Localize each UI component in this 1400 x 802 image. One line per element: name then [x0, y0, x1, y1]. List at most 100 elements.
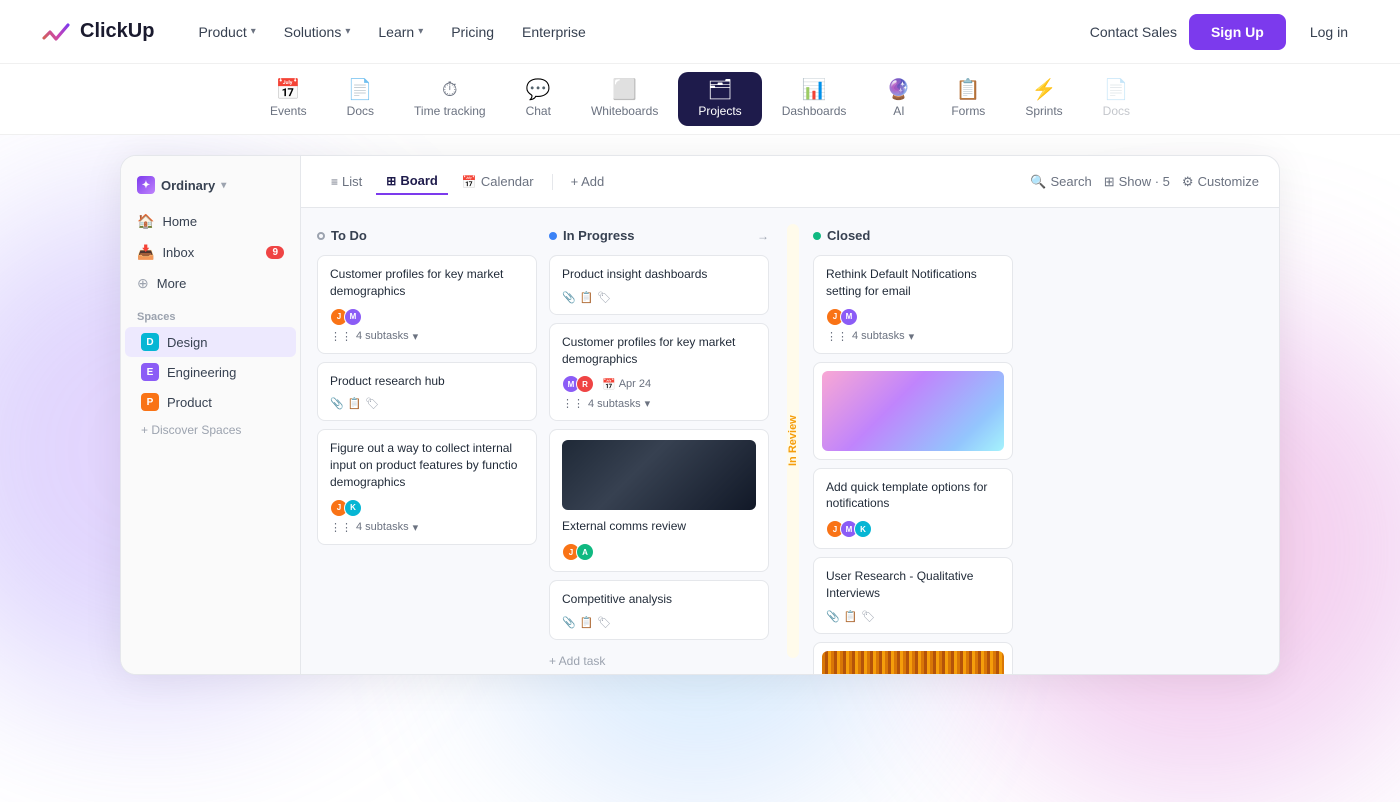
login-link[interactable]: Log in: [1298, 14, 1360, 50]
sidebar-item-engineering[interactable]: E Engineering: [125, 357, 296, 387]
time-tracking-icon: ⏱: [442, 80, 458, 100]
whiteboards-icon: ⬜: [612, 80, 637, 100]
table-row[interactable]: Product insight dashboards 📎 📋 🏷: [549, 255, 769, 315]
table-row[interactable]: [813, 362, 1013, 460]
forms-icon: 📋: [956, 80, 981, 100]
sidebar-item-inbox[interactable]: 📥 Inbox 9: [121, 237, 300, 268]
sidebar-item-product[interactable]: P Product: [125, 387, 296, 417]
top-navigation: ClickUp Product ▾ Solutions ▾ Learn ▾ Pr…: [0, 0, 1400, 64]
ai-icon: 🔮: [886, 80, 911, 100]
card-image: [562, 440, 756, 510]
tab-ai[interactable]: 🔮 AI: [866, 72, 931, 126]
inprogress-status-dot: [549, 232, 557, 240]
sidebar-item-more[interactable]: ⊕ More: [121, 268, 300, 299]
tag-icon: 🏷: [861, 610, 875, 623]
tag-icon: 🏷: [597, 291, 611, 304]
col-expand-arrow[interactable]: →: [757, 229, 769, 243]
toolbar-right-actions: 🔍 Search ⊞ Show · 5 ⚙ Customize: [1030, 174, 1259, 190]
design-space-icon: D: [141, 333, 159, 351]
add-task-button[interactable]: + Add task: [549, 648, 769, 674]
subtasks-label: ⋮⋮ 4 subtasks ▾: [562, 397, 756, 410]
card-icons: 📎 📋 🏷: [330, 397, 524, 410]
tab-time-tracking[interactable]: ⏱ Time tracking: [394, 72, 506, 126]
logo[interactable]: ClickUp: [40, 16, 154, 48]
workspace-name: Ordinary: [161, 178, 215, 193]
subtask-icon: ⋮⋮: [330, 330, 352, 343]
contact-sales-link[interactable]: Contact Sales: [1090, 24, 1177, 40]
nav-right-actions: Contact Sales Sign Up Log in: [1090, 14, 1360, 50]
sidebar-item-home[interactable]: 🏠 Home: [121, 206, 300, 237]
table-row[interactable]: Rethink Default Notifications setting fo…: [813, 255, 1013, 354]
list-view-icon: ≡: [331, 175, 338, 189]
nav-pricing[interactable]: Pricing: [439, 16, 506, 48]
table-row[interactable]: Customer profiles for key market demogra…: [317, 255, 537, 354]
view-tab-list[interactable]: ≡ List: [321, 169, 372, 194]
workspace-selector[interactable]: ✦ Ordinary ▾: [121, 172, 300, 206]
table-row[interactable]: Customer profiles for key market demogra…: [549, 323, 769, 422]
sidebar: ✦ Ordinary ▾ 🏠 Home 📥 Inbox 9 ⊕ More Spa…: [121, 156, 301, 674]
tab-sprints[interactable]: ⚡ Sprints: [1005, 72, 1082, 126]
table-row[interactable]: Product research hub 📎 📋 🏷: [317, 362, 537, 422]
view-tab-calendar[interactable]: 📅 Calendar: [452, 169, 544, 194]
nav-enterprise[interactable]: Enterprise: [510, 16, 598, 48]
avatar: M: [344, 308, 362, 326]
tab-forms[interactable]: 📋 Forms: [931, 72, 1005, 126]
column-closed: Closed Rethink Default Notifications set…: [813, 224, 1013, 658]
product-space-icon: P: [141, 393, 159, 411]
table-row[interactable]: [813, 642, 1013, 674]
column-todo: To Do Customer profiles for key market d…: [317, 224, 537, 658]
column-inreview: In Review: [781, 224, 805, 658]
tab-events[interactable]: 📅 Events: [250, 72, 327, 126]
avatar: K: [854, 520, 872, 538]
search-button[interactable]: 🔍 Search: [1030, 174, 1091, 190]
show-button[interactable]: ⊞ Show · 5: [1104, 174, 1170, 190]
sidebar-item-design[interactable]: D Design: [125, 327, 296, 357]
card-image: [822, 651, 1004, 674]
col-header-closed: Closed: [813, 224, 1013, 247]
customize-icon: ⚙: [1182, 174, 1194, 190]
chevron-icon: ▾: [909, 330, 915, 343]
attachment-icon: 📎: [562, 616, 576, 629]
col-header-todo: To Do: [317, 224, 537, 247]
table-row[interactable]: Competitive analysis 📎 📋 🏷: [549, 580, 769, 640]
card-icons: 📎 📋 🏷: [562, 616, 756, 629]
card-avatars: J M: [330, 308, 524, 326]
tab-whiteboards[interactable]: ⬜ Whiteboards: [571, 72, 678, 126]
table-row[interactable]: Add quick template options for notificat…: [813, 468, 1013, 550]
card-avatars: J A: [562, 543, 756, 561]
view-toolbar: ≡ List ⊞ Board 📅 Calendar + Add 🔍: [301, 156, 1279, 208]
inbox-icon: 📥: [137, 244, 154, 261]
nav-product[interactable]: Product ▾: [186, 16, 267, 48]
table-row[interactable]: External comms review J A: [549, 429, 769, 572]
table-row[interactable]: User Research - Qualitative Interviews 📎…: [813, 557, 1013, 634]
tag-icon: 🏷: [365, 397, 379, 410]
tab-projects[interactable]: 🗂 Projects: [678, 72, 761, 126]
engineering-space-icon: E: [141, 363, 159, 381]
card-image: [822, 371, 1004, 451]
customize-button[interactable]: ⚙ Customize: [1182, 174, 1259, 190]
signup-button[interactable]: Sign Up: [1189, 14, 1286, 50]
doc-icon: 📋: [348, 397, 362, 410]
tab-dashboards[interactable]: 📊 Dashboards: [762, 72, 867, 126]
inreview-vertical-label: In Review: [787, 224, 799, 658]
gold-image-placeholder: [822, 651, 1004, 674]
tab-docs[interactable]: 📄 Docs: [327, 72, 394, 126]
table-row[interactable]: Figure out a way to collect internal inp…: [317, 429, 537, 544]
subtasks-label: ⋮⋮ 4 subtasks ▾: [330, 521, 524, 534]
nav-learn[interactable]: Learn ▾: [366, 16, 435, 48]
tab-chat[interactable]: 💬 Chat: [506, 72, 571, 126]
discover-spaces-button[interactable]: + Discover Spaces: [125, 417, 296, 443]
add-view-button[interactable]: + Add: [561, 169, 615, 194]
chevron-down-icon: ▾: [418, 26, 423, 37]
clickup-logo-icon: [40, 16, 72, 48]
tab-docs2[interactable]: 📄 Docs: [1083, 72, 1150, 126]
nav-solutions[interactable]: Solutions ▾: [272, 16, 363, 48]
projects-icon: 🗂: [707, 80, 732, 100]
docs-icon: 📄: [348, 80, 373, 100]
view-tab-board[interactable]: ⊞ Board: [376, 168, 448, 195]
chevron-icon: ▾: [413, 521, 419, 534]
board-area: ≡ List ⊞ Board 📅 Calendar + Add 🔍: [301, 156, 1279, 674]
logo-text: ClickUp: [80, 20, 154, 43]
tag-icon: 🏷: [597, 616, 611, 629]
workspace-icon: ✦: [137, 176, 155, 194]
